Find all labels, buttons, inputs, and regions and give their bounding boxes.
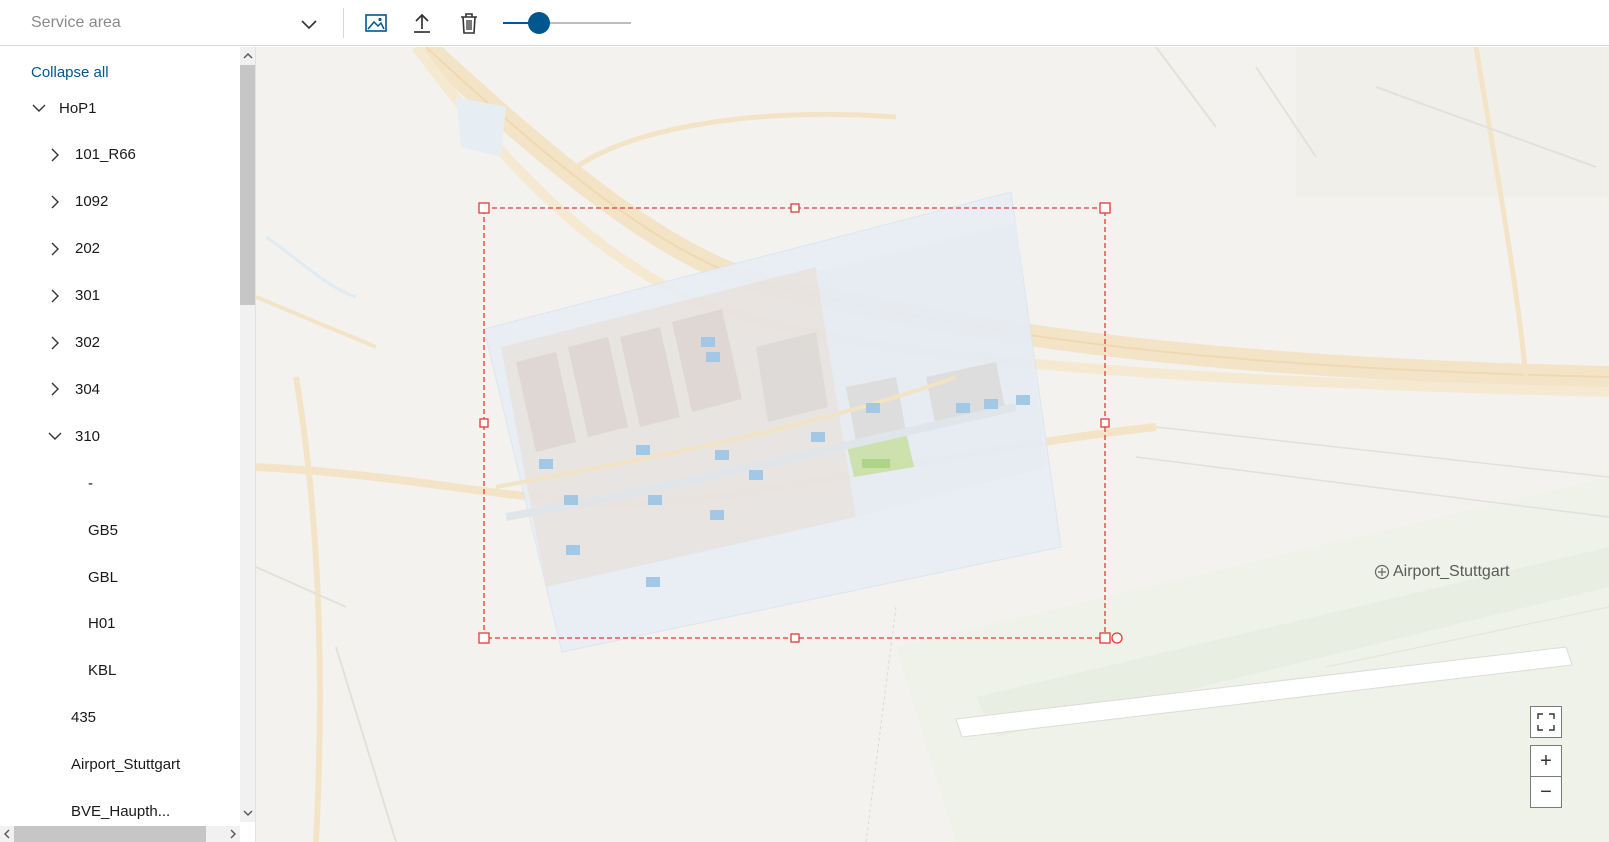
tree-item-label: 1092 bbox=[75, 193, 109, 211]
horizontal-scrollbar[interactable] bbox=[0, 826, 240, 842]
upload-icon bbox=[414, 13, 430, 33]
tree-item[interactable]: KBL bbox=[88, 654, 116, 688]
chevron-down-icon[interactable] bbox=[47, 428, 63, 444]
tree-item[interactable]: HoP1 bbox=[31, 91, 97, 125]
airport-stuttgart-label: Airport_Stuttgart bbox=[1393, 563, 1510, 580]
tree-item-label: KBL bbox=[88, 662, 117, 680]
tree-item-label: 302 bbox=[75, 334, 101, 351]
tree-item-label: 304 bbox=[75, 380, 101, 398]
vertical-scroll-thumb[interactable] bbox=[240, 65, 255, 305]
image-icon bbox=[365, 14, 387, 32]
tree-item-label: H01 bbox=[88, 615, 116, 633]
toolbar: Service area bbox=[0, 0, 1609, 46]
tree-item-label: - bbox=[88, 474, 93, 492]
tree-item[interactable]: 101_R66 bbox=[47, 138, 136, 172]
zoom-in-button[interactable]: + bbox=[1530, 745, 1562, 777]
tree-item[interactable]: 1092 bbox=[47, 185, 108, 219]
chevron-down-icon[interactable] bbox=[31, 100, 47, 116]
chevron-right-icon[interactable] bbox=[47, 147, 63, 163]
zoom-out-button[interactable]: − bbox=[1530, 776, 1562, 808]
tree-item[interactable]: GBL bbox=[88, 560, 118, 594]
tree-item-label: 435 bbox=[71, 709, 97, 727]
scroll-right-icon[interactable] bbox=[228, 829, 238, 839]
zoom-in-label: + bbox=[1540, 749, 1552, 772]
upload-button[interactable] bbox=[408, 9, 436, 37]
tree-item-label: 101_R66 bbox=[75, 146, 136, 164]
chevron-right-icon[interactable] bbox=[47, 194, 63, 210]
tree-item[interactable]: 202 bbox=[47, 232, 100, 266]
tree-item[interactable]: 304 bbox=[47, 372, 100, 406]
tree-item[interactable]: 302 bbox=[47, 326, 100, 360]
scroll-down-icon[interactable] bbox=[243, 808, 253, 818]
chevron-right-icon[interactable] bbox=[47, 335, 63, 351]
scroll-left-icon[interactable] bbox=[2, 829, 12, 839]
sidebar: Collapse all HoP1 101_R66 1092 202 301 302 304… bbox=[0, 47, 256, 842]
tree-item[interactable]: 310 bbox=[47, 419, 100, 453]
fullscreen-button[interactable] bbox=[1530, 706, 1562, 738]
tree-item-label: 301 bbox=[75, 287, 101, 305]
tree-item-label: BVE_Haupth... bbox=[71, 803, 171, 820]
tree-item[interactable]: GB5 bbox=[88, 513, 118, 547]
tree-item-label: Airport_Stuttgart bbox=[71, 756, 181, 774]
collapse-all-link[interactable]: Collapse all bbox=[31, 64, 109, 81]
chevron-down-icon bbox=[301, 20, 317, 30]
chevron-right-icon[interactable] bbox=[47, 241, 63, 257]
chevron-right-icon[interactable] bbox=[47, 288, 63, 304]
tree-item-label: GB5 bbox=[88, 521, 119, 539]
tree-item[interactable]: 435 bbox=[71, 701, 96, 735]
tree-item[interactable]: 301 bbox=[47, 279, 100, 313]
map-canvas[interactable]: Airport_Stuttgart + − bbox=[256, 47, 1609, 842]
tree-item-label: 202 bbox=[75, 240, 101, 258]
location-pin-icon bbox=[1374, 564, 1390, 580]
tree-item-label: HoP1 bbox=[59, 99, 97, 117]
delete-button[interactable] bbox=[455, 9, 483, 37]
fullscreen-icon bbox=[1537, 713, 1555, 731]
service-area-select[interactable]: Service area bbox=[14, 4, 334, 42]
horizontal-scroll-thumb[interactable] bbox=[14, 826, 206, 842]
opacity-slider[interactable] bbox=[503, 10, 633, 36]
chevron-right-icon[interactable] bbox=[47, 381, 63, 397]
tree-item[interactable]: Airport_Stuttgart bbox=[71, 748, 180, 782]
toolbar-divider bbox=[343, 8, 344, 38]
tree-item-label: 310 bbox=[75, 427, 101, 445]
trash-icon bbox=[461, 13, 477, 34]
zoom-out-label: − bbox=[1540, 780, 1552, 803]
tree-item[interactable]: BVE_Haupth... bbox=[71, 795, 170, 829]
tree-item[interactable]: H01 bbox=[88, 607, 116, 641]
slider-thumb[interactable] bbox=[527, 12, 550, 34]
service-area-placeholder: Service area bbox=[31, 14, 121, 31]
tree-item-label: GBL bbox=[88, 568, 119, 586]
image-button[interactable] bbox=[362, 9, 390, 37]
tree-item[interactable]: - bbox=[88, 466, 93, 500]
scroll-up-icon[interactable] bbox=[243, 51, 253, 61]
vertical-scrollbar[interactable] bbox=[240, 47, 255, 822]
map-base-layer bbox=[256, 47, 1609, 842]
airport-stuttgart-marker[interactable]: Airport_Stuttgart bbox=[1374, 563, 1510, 581]
